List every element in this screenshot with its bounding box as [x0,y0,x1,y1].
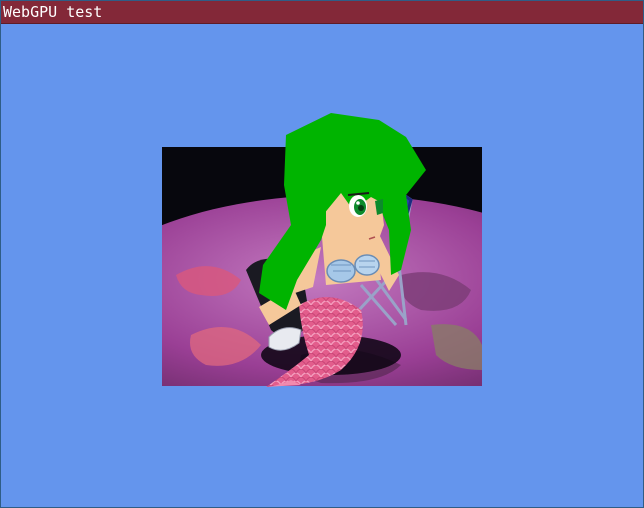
window-title: WebGPU test [3,3,103,21]
shell-top-right [354,254,380,276]
webgpu-canvas[interactable] [1,25,643,507]
app-window: WebGPU test [0,0,644,508]
render-scene [162,113,482,387]
window-title-bar[interactable]: WebGPU test [1,1,643,24]
